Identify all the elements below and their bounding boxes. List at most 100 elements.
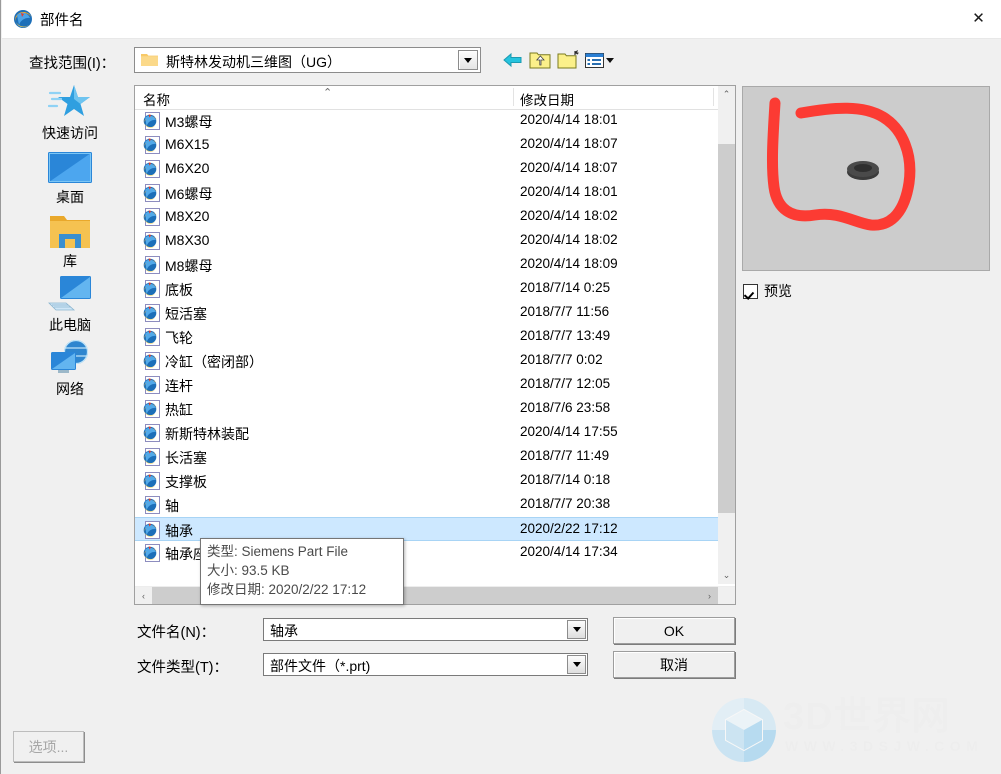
scroll-down-icon[interactable]: ⌄ (718, 567, 735, 584)
part-file-icon (143, 424, 160, 442)
filename-value: 轴承 (270, 623, 298, 639)
options-button[interactable]: 选项... (13, 731, 84, 762)
sidebar-item-label: 此电脑 (49, 317, 91, 333)
file-list-rows: M3螺母 2020/4/14 18:01 M6X15 2020/4/14 18:07 M… (135, 109, 718, 582)
file-modified-date: 2020/4/14 18:07 (520, 136, 618, 151)
vertical-scrollbar[interactable]: ⌃ ⌄ (718, 86, 735, 584)
file-modified-date: 2020/4/14 18:01 (520, 184, 618, 199)
chevron-down-icon[interactable] (458, 50, 478, 70)
file-modified-date: 2020/4/14 18:02 (520, 232, 618, 247)
column-header-name[interactable]: 名称 (143, 89, 170, 109)
table-row[interactable]: 新斯特林装配 2020/4/14 17:55 (135, 421, 718, 445)
ok-button[interactable]: OK (613, 617, 735, 644)
table-row[interactable]: M8螺母 2020/4/14 18:09 (135, 253, 718, 277)
scroll-left-icon[interactable]: ‹ (135, 587, 152, 604)
preview-checkbox[interactable] (743, 283, 758, 299)
sidebar-item-label: 库 (63, 253, 77, 269)
table-row[interactable]: M6螺母 2020/4/14 18:01 (135, 181, 718, 205)
watermark: 3D世界网 WWW.3DSJW.COM (706, 694, 996, 766)
table-row[interactable]: M6X15 2020/4/14 18:07 (135, 133, 718, 157)
title-bar: 部件名 ✕ (2, 0, 1001, 39)
column-divider[interactable] (713, 88, 714, 106)
file-name: 长活塞 (165, 450, 207, 466)
file-name: 轴承 (165, 523, 193, 539)
filename-input[interactable]: 轴承 (263, 618, 588, 641)
filetype-value: 部件文件（*.prt) (270, 658, 371, 674)
chevron-down-icon[interactable] (567, 655, 586, 674)
column-header-date[interactable]: 修改日期 (520, 89, 574, 109)
table-row[interactable]: 支撑板 2018/7/14 0:18 (135, 469, 718, 493)
file-modified-date: 2018/7/14 0:25 (520, 280, 611, 295)
table-row[interactable]: M6X20 2020/4/14 18:07 (135, 157, 718, 181)
column-divider[interactable] (513, 88, 514, 106)
window-title: 部件名 (40, 13, 84, 29)
file-modified-date: 2018/7/7 12:05 (520, 376, 611, 391)
filetype-select[interactable]: 部件文件（*.prt) (263, 653, 588, 676)
watermark-logo-icon (712, 698, 776, 762)
file-name: M6X15 (165, 136, 210, 152)
file-open-dialog: 部件名 ✕ 查找范围(I)： 斯特林发动机三维图（UG） 快速访问 桌面 库 此… (0, 0, 1001, 774)
file-name: M8X30 (165, 232, 210, 248)
nx-part-icon (13, 9, 33, 29)
file-name: 轴 (165, 498, 179, 514)
cancel-button[interactable]: 取消 (613, 651, 735, 678)
folder-icon (141, 52, 158, 67)
sidebar-item-label: 网络 (56, 381, 84, 397)
file-name: 热缸 (165, 402, 193, 418)
file-modified-date: 2018/7/14 0:18 (520, 472, 611, 487)
table-row[interactable]: M8X30 2020/4/14 18:02 (135, 229, 718, 253)
watermark-text: 3D世界网 (783, 696, 951, 738)
part-file-icon (143, 160, 160, 178)
file-name: 飞轮 (165, 330, 193, 346)
watermark-subtext: WWW.3DSJW.COM (785, 738, 984, 754)
part-file-icon (143, 448, 160, 466)
filename-label: 文件名(N)： (137, 625, 216, 641)
file-name: M6螺母 (165, 186, 213, 202)
file-modified-date: 2020/4/14 17:34 (520, 544, 618, 559)
table-row[interactable]: M8X20 2020/4/14 18:02 (135, 205, 718, 229)
this-pc-icon (11, 272, 129, 314)
table-row[interactable]: 轴 2018/7/7 20:38 (135, 493, 718, 517)
sidebar-item-this-pc[interactable]: 此电脑 (11, 272, 129, 334)
file-modified-date: 2020/4/14 17:55 (520, 424, 618, 439)
file-modified-date: 2018/7/7 11:49 (520, 448, 610, 463)
preview-checkbox-row[interactable]: 预览 (743, 281, 792, 301)
file-list-header: 名称 ⌃ 修改日期 (135, 86, 735, 110)
table-row[interactable]: 冷缸（密闭部） 2018/7/7 0:02 (135, 349, 718, 373)
sidebar-item-label: 桌面 (56, 189, 84, 205)
table-row[interactable]: 长活塞 2018/7/7 11:49 (135, 445, 718, 469)
table-row[interactable]: M3螺母 2020/4/14 18:01 (135, 109, 718, 133)
sidebar-item-network[interactable]: 网络 (11, 336, 129, 398)
file-modified-date: 2020/4/14 18:07 (520, 160, 618, 175)
scroll-up-icon[interactable]: ⌃ (718, 86, 735, 103)
up-folder-button[interactable] (528, 49, 552, 71)
table-row[interactable]: 热缸 2018/7/6 23:58 (135, 397, 718, 421)
file-name: M3螺母 (165, 114, 213, 130)
table-row[interactable]: 短活塞 2018/7/7 11:56 (135, 301, 718, 325)
table-row[interactable]: 底板 2018/7/14 0:25 (135, 277, 718, 301)
scroll-right-icon[interactable]: › (701, 587, 718, 604)
table-row[interactable]: 飞轮 2018/7/7 13:49 (135, 325, 718, 349)
part-file-icon (143, 400, 160, 418)
new-folder-button[interactable] (556, 49, 580, 71)
sidebar-item-label: 快速访问 (42, 125, 98, 141)
file-name: M6X20 (165, 160, 210, 176)
file-name: M8螺母 (165, 258, 213, 274)
desktop-icon (11, 144, 129, 186)
part-file-icon (143, 376, 160, 394)
lookin-combobox[interactable]: 斯特林发动机三维图（UG） (134, 47, 481, 73)
part-file-icon (143, 208, 160, 226)
sidebar-item-library[interactable]: 库 (11, 208, 129, 270)
close-button[interactable]: ✕ (955, 0, 1001, 36)
back-button[interactable] (501, 49, 525, 71)
scroll-thumb-vertical[interactable] (718, 144, 735, 513)
file-name: 新斯特林装配 (165, 426, 249, 442)
file-name: M8X20 (165, 208, 210, 224)
table-row[interactable]: 连杆 2018/7/7 12:05 (135, 373, 718, 397)
sidebar-item-desktop[interactable]: 桌面 (11, 144, 129, 206)
part-file-icon (143, 136, 160, 154)
sidebar-item-quick-access[interactable]: 快速访问 (11, 80, 129, 142)
file-name: 底板 (165, 282, 193, 298)
views-button[interactable] (584, 49, 616, 71)
chevron-down-icon[interactable] (567, 620, 586, 639)
